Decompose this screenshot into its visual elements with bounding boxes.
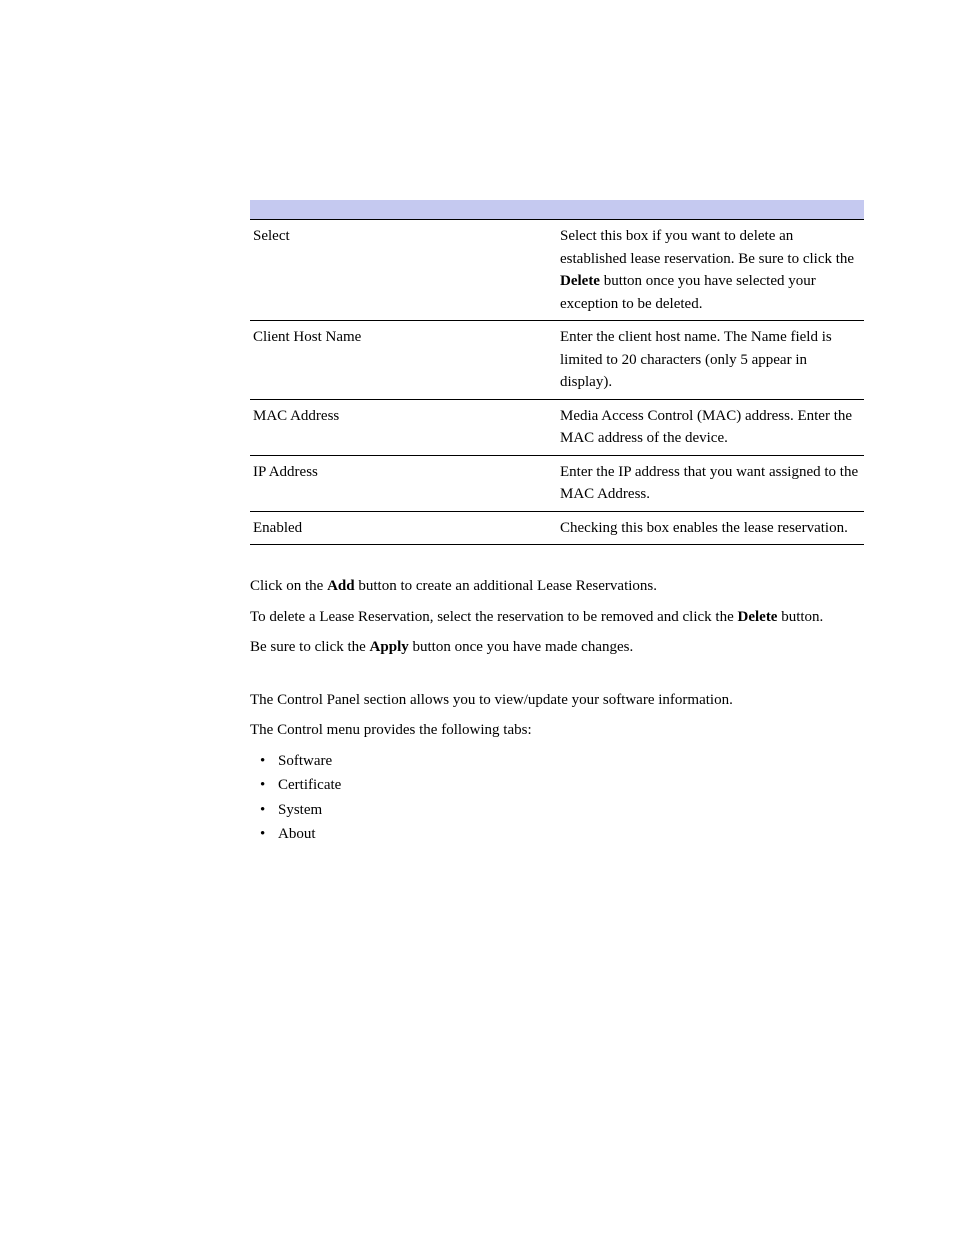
field-name-cell: IP Address xyxy=(250,455,557,511)
apply-instruction: Be sure to click the Apply button once y… xyxy=(250,636,864,659)
table-row: IP AddressEnter the IP address that you … xyxy=(250,455,864,511)
control-panel-section: The Control Panel section allows you to … xyxy=(250,689,864,846)
list-item: System xyxy=(260,799,864,822)
table-row: EnabledChecking this box enables the lea… xyxy=(250,511,864,545)
field-description-cell: Enter the client host name. The Name fie… xyxy=(557,321,864,400)
add-instruction: Click on the Add button to create an add… xyxy=(250,575,864,598)
list-item: Certificate xyxy=(260,774,864,797)
list-item: Software xyxy=(260,750,864,773)
lease-reservation-table: SelectSelect this box if you want to del… xyxy=(250,200,864,545)
field-description-table: SelectSelect this box if you want to del… xyxy=(250,220,864,545)
field-name-cell: Enabled xyxy=(250,511,557,545)
field-description-cell: Select this box if you want to delete an… xyxy=(557,220,864,321)
field-description-cell: Media Access Control (MAC) address. Ente… xyxy=(557,399,864,455)
delete-instruction: To delete a Lease Reservation, select th… xyxy=(250,606,864,629)
control-panel-intro: The Control Panel section allows you to … xyxy=(250,689,864,712)
table-row: SelectSelect this box if you want to del… xyxy=(250,220,864,321)
control-menu-intro: The Control menu provides the following … xyxy=(250,719,864,742)
instruction-paragraphs: Click on the Add button to create an add… xyxy=(250,575,864,659)
table-row: Client Host NameEnter the client host na… xyxy=(250,321,864,400)
control-menu-tabs-list: SoftwareCertificateSystemAbout xyxy=(250,750,864,846)
field-name-cell: Client Host Name xyxy=(250,321,557,400)
field-description-cell: Enter the IP address that you want assig… xyxy=(557,455,864,511)
table-row: MAC AddressMedia Access Control (MAC) ad… xyxy=(250,399,864,455)
field-name-cell: MAC Address xyxy=(250,399,557,455)
list-item: About xyxy=(260,823,864,846)
field-description-cell: Checking this box enables the lease rese… xyxy=(557,511,864,545)
field-name-cell: Select xyxy=(250,220,557,321)
table-header-band xyxy=(250,200,864,220)
